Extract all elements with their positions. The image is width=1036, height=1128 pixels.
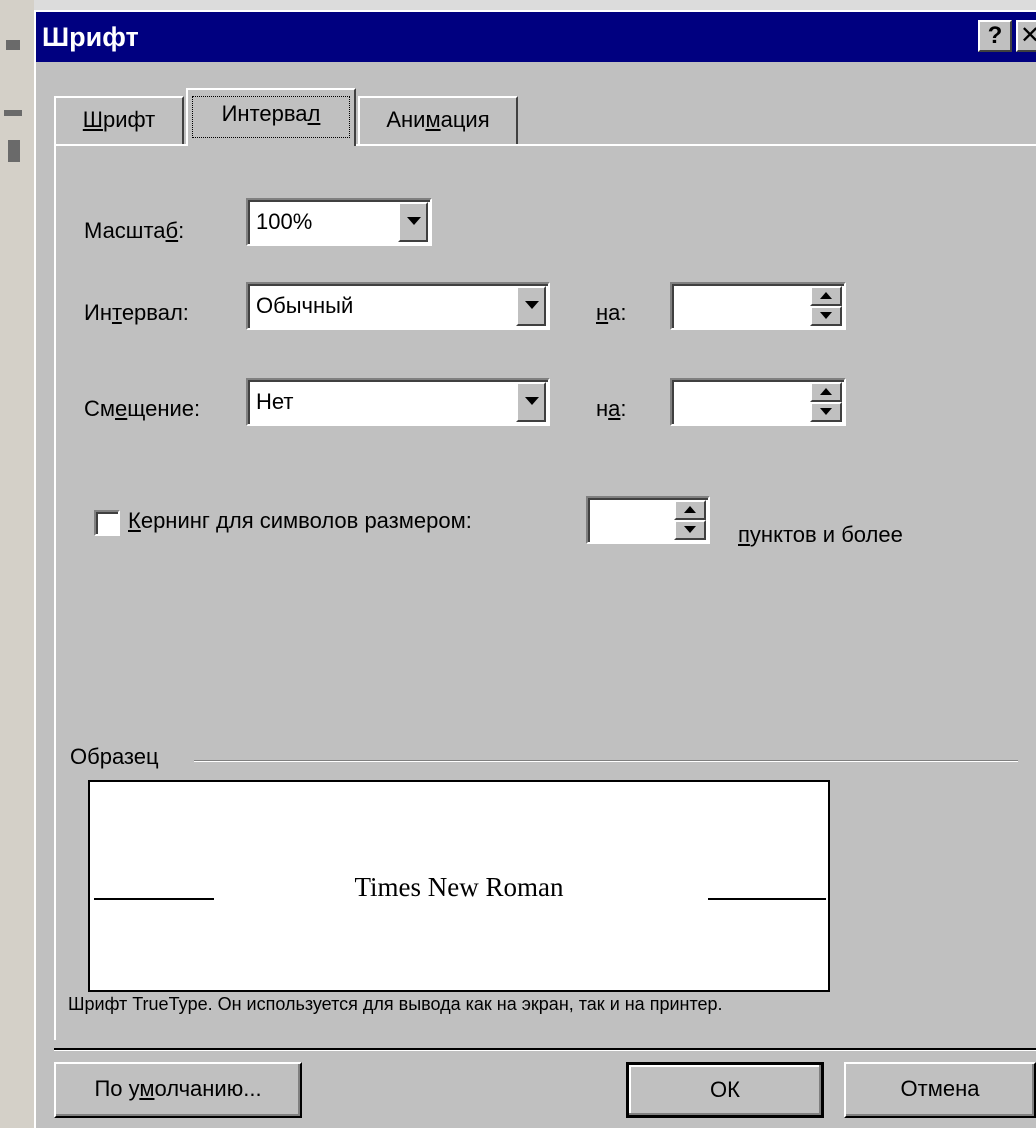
offset-value: Нет [256,389,294,414]
kerning-label[interactable]: Кернинг для символов размером: [128,508,472,534]
interval-select[interactable]: Обычный [246,282,550,330]
chevron-down-icon[interactable] [516,382,546,422]
background-fragment [8,140,20,162]
scale-select[interactable]: 100% [246,198,432,246]
tab-font-label: рифт [102,107,156,132]
help-button[interactable]: ? [978,20,1012,52]
spin-down-icon[interactable] [810,402,842,422]
background-left-strip [0,0,34,1128]
font-dialog: Шрифт ? ✕ Шрифт Анимация Интервал Масшта… [34,10,1036,1128]
spin-down-icon[interactable] [810,306,842,326]
sample-group-label: Образец [70,744,159,769]
offset-label: Смещение: [84,396,201,421]
spin-up-icon[interactable] [674,500,706,520]
kerning-suffix-label: пунктов и более [738,522,903,547]
kerning-size-stepper[interactable] [586,496,710,544]
cancel-button[interactable]: Отмена [844,1062,1036,1118]
background-top-strip [34,0,1036,10]
spin-up-icon[interactable] [810,382,842,402]
interval-value: Обычный [256,293,354,318]
tab-animation[interactable]: Анимация [358,96,518,146]
preview-baseline-right [708,898,826,900]
tab-font[interactable]: Шрифт [54,96,184,146]
tab-interval[interactable]: Интервал [186,88,356,146]
background-fragment [4,110,22,116]
spin-up-icon[interactable] [810,286,842,306]
chevron-down-icon[interactable] [516,286,546,326]
dialog-title: Шрифт [42,22,139,52]
sample-preview: Times New Roman [88,780,830,992]
tab-animation-label-rest: ация [440,107,490,132]
spin-down-icon[interactable] [674,520,706,540]
title-bar: Шрифт ? ✕ [36,12,1036,62]
font-description: Шрифт TrueType. Он используется для выво… [68,994,723,1014]
background-fragment [6,40,20,50]
tab-animation-accel: м [425,107,441,132]
default-button[interactable]: По умолчанию... [54,1062,302,1118]
scale-label: Масштаб: [84,218,185,243]
focus-rectangle [192,96,350,138]
ok-button[interactable]: ОК [626,1062,824,1118]
tab-animation-label: Ани [386,107,426,132]
close-button[interactable]: ✕ [1016,20,1036,52]
interval-by-stepper[interactable] [670,282,846,330]
offset-by-label: на: [596,396,627,421]
close-icon: ✕ [1020,22,1036,49]
interval-label: Интервал: [84,300,189,325]
offset-by-stepper[interactable] [670,378,846,426]
offset-select[interactable]: Нет [246,378,550,426]
chevron-down-icon[interactable] [398,202,428,242]
tab-font-accel: Ш [82,107,103,132]
scale-value: 100% [256,209,313,234]
sample-group-divider [194,760,1018,762]
kerning-checkbox[interactable] [94,510,120,536]
help-icon: ? [987,22,1003,49]
button-area-divider [54,1048,1036,1051]
interval-by-label: на: [596,300,627,325]
